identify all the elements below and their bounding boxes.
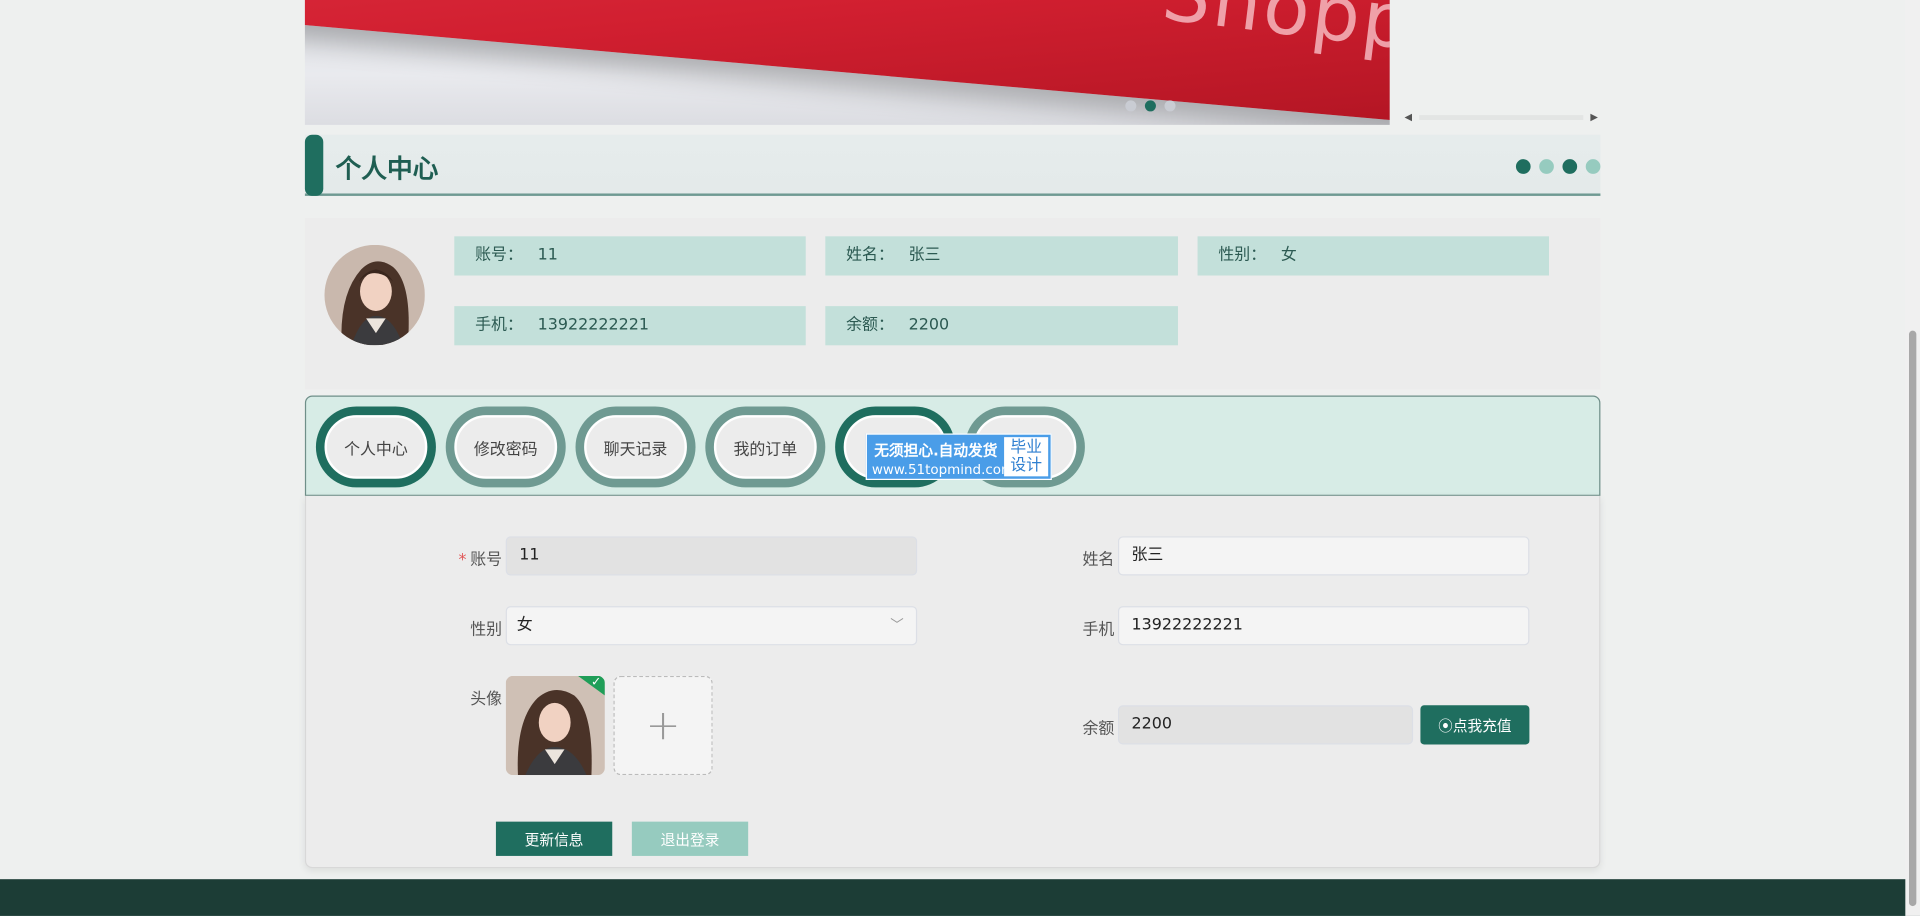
update-info-button[interactable]: 更新信息 <box>495 821 613 856</box>
tab-personal-center[interactable]: 个人中心 <box>315 406 436 488</box>
scroll-track[interactable] <box>1419 115 1584 121</box>
gender-label: 性别 <box>470 620 503 640</box>
info-name: 姓名： 张三 <box>825 236 1178 276</box>
carousel-dot[interactable] <box>1125 100 1137 112</box>
info-phone-label: 手机： <box>475 315 523 335</box>
page: Shopping ◀ ▶ 个人中心 账号： 11 姓名： 张三 性别： 女 手机… <box>0 0 1920 916</box>
decor-dot <box>1539 159 1554 174</box>
tab-label: 修改密码 <box>454 415 558 479</box>
info-balance: 余额： 2200 <box>825 306 1178 346</box>
decor-dot <box>1585 159 1601 174</box>
section-header: 个人中心 <box>304 134 1601 196</box>
gender-select-value: 女 <box>516 615 533 635</box>
decor-dot <box>1515 159 1531 174</box>
info-gender: 性别： 女 <box>1197 236 1549 276</box>
chevron-down-icon: ﹀ <box>890 617 904 634</box>
carousel-dot-active[interactable] <box>1144 100 1156 112</box>
scroll-right-icon[interactable]: ▶ <box>1590 111 1598 122</box>
footer <box>0 879 1920 916</box>
info-account: 账号： 11 <box>454 236 806 276</box>
decor-dot <box>1562 159 1578 174</box>
upload-add-button[interactable]: + <box>613 675 713 776</box>
tab-change-password[interactable]: 修改密码 <box>445 406 566 488</box>
tab-my-orders[interactable]: 我的订单 <box>705 406 826 488</box>
profile-summary: 账号： 11 姓名： 张三 性别： 女 手机： 13922222221 余额： 2200 <box>304 217 1601 390</box>
ad-badge-line2: 设计 <box>1010 456 1043 476</box>
info-balance-value: 2200 <box>908 315 950 335</box>
scroll-left-icon[interactable]: ◀ <box>1405 111 1413 122</box>
logout-button[interactable]: 退出登录 <box>631 821 749 856</box>
tab-label: 个人中心 <box>324 415 428 479</box>
info-balance-label: 余额： <box>846 315 894 335</box>
tab-label: 我的订单 <box>713 415 817 479</box>
carousel-dots <box>1125 100 1176 112</box>
carousel-dot[interactable] <box>1164 100 1176 112</box>
info-account-label: 账号： <box>475 246 523 265</box>
gender-select[interactable]: 女 ﹀ <box>505 606 918 646</box>
balance-field[interactable]: 2200 <box>1117 705 1414 745</box>
account-field[interactable]: 11 <box>505 536 918 576</box>
section-decor-dots <box>1515 159 1601 174</box>
account-label-text: 账号 <box>470 551 503 570</box>
avatar <box>324 244 425 346</box>
tab-chat-history[interactable]: 聊天记录 <box>575 406 696 488</box>
info-name-value: 张三 <box>908 246 941 265</box>
info-account-value: 11 <box>537 246 558 265</box>
uploaded-avatar[interactable]: ✓ <box>505 675 605 776</box>
profile-form: * 账号 11 姓名 张三 性别 女 ﹀ 手机 13922222221 头像 ✓ … <box>304 495 1601 869</box>
account-label: * 账号 <box>447 546 502 569</box>
info-name-label: 姓名： <box>846 246 894 265</box>
section-title: 个人中心 <box>335 154 439 184</box>
ad-line1: 无须担心.自动发货 <box>874 442 998 460</box>
required-mark: * <box>458 551 467 570</box>
ad-badge-line1: 毕业 <box>1010 438 1043 457</box>
info-phone-value: 13922222221 <box>537 315 649 335</box>
avatar-label: 头像 <box>470 690 503 709</box>
ad-line2: www.51topmind.com <box>871 461 1015 478</box>
side-panel <box>1389 0 1601 125</box>
name-field[interactable]: 张三 <box>1117 536 1530 576</box>
section-marker <box>304 134 324 196</box>
info-gender-value: 女 <box>1280 246 1297 265</box>
horizontal-scrollbar[interactable]: ◀ ▶ <box>1402 111 1600 123</box>
ad-badge: 毕业 设计 <box>1004 437 1049 477</box>
phone-label: 手机 <box>1082 620 1115 640</box>
balance-label: 余额 <box>1082 720 1115 739</box>
info-gender-label: 性别： <box>1218 246 1267 265</box>
info-phone: 手机： 13922222221 <box>454 306 806 346</box>
page-scrollbar[interactable] <box>1905 0 1920 916</box>
recharge-button[interactable]: ⦿点我充值 <box>1420 705 1530 745</box>
scrollbar-thumb[interactable] <box>1908 330 1917 907</box>
tab-label: 聊天记录 <box>584 415 687 479</box>
phone-field[interactable]: 13922222221 <box>1117 606 1530 646</box>
ad-overlay[interactable]: 无须担心.自动发货 www.51topmind.com 毕业 设计 <box>865 433 1052 481</box>
plus-icon: + <box>645 701 681 751</box>
banner-carousel[interactable]: Shopping <box>304 0 1390 125</box>
name-label: 姓名 <box>1082 551 1115 570</box>
